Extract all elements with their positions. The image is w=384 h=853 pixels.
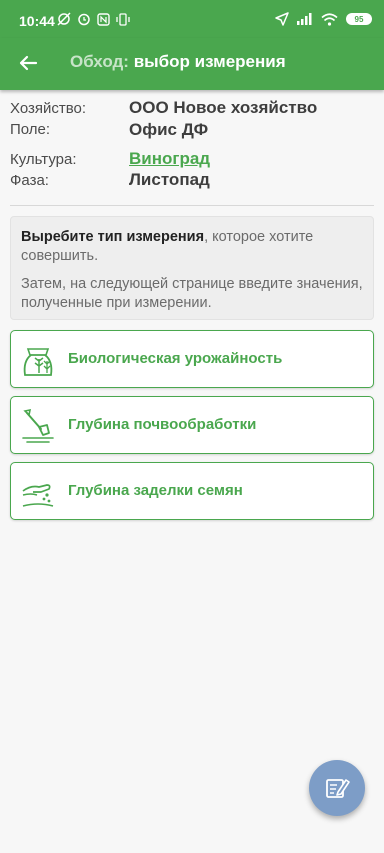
field-label: Поле: xyxy=(10,121,51,138)
crop-label: Культура: xyxy=(10,151,77,168)
phase-label: Фаза: xyxy=(10,172,49,189)
hint-box: Выребите тип измерения, которое хотите с… xyxy=(10,216,374,320)
wheat-bag-icon xyxy=(23,348,53,376)
option-label: Биологическая урожайность xyxy=(68,350,283,367)
edit-note-fab[interactable] xyxy=(309,760,365,816)
back-arrow-icon[interactable] xyxy=(16,51,40,75)
status-bar: 10:44 95 xyxy=(0,0,384,38)
vibrate-icon xyxy=(116,12,130,26)
hint-bold: Выребите тип измерения xyxy=(21,229,205,245)
edit-note-icon xyxy=(326,779,350,798)
shovel-icon xyxy=(22,408,54,443)
option-label: Глубина почвообработки xyxy=(68,416,257,433)
hint-line-1: Выребите тип измерения, которое хотите с… xyxy=(21,228,363,266)
alarm-off-icon xyxy=(57,12,71,26)
phase-value: Листопад xyxy=(129,170,210,189)
divider xyxy=(10,205,374,206)
option-tillage-depth[interactable]: Глубина почвообработки xyxy=(10,396,374,454)
crop-link[interactable]: Виноград xyxy=(129,149,210,169)
hint-line-2: Затем, на следующей странице введите зна… xyxy=(21,276,363,311)
option-label: Глубина заделки семян xyxy=(68,482,243,499)
clock: 10:44 xyxy=(19,13,55,29)
page-title: Обход: выбор измерения xyxy=(70,52,286,72)
app-bar: Обход: выбор измерения xyxy=(0,38,384,90)
alarm-icon xyxy=(78,13,90,26)
battery-indicator: 95 xyxy=(346,13,372,25)
wifi-icon xyxy=(321,12,338,26)
title-main: выбор измерения xyxy=(133,52,286,71)
farm-label: Хозяйство: xyxy=(10,100,87,117)
field-value: Офис ДФ xyxy=(129,120,209,139)
nfc-icon xyxy=(97,12,110,26)
signal-icon xyxy=(297,13,312,25)
option-seed-depth[interactable]: Глубина заделки семян xyxy=(10,462,374,520)
option-biological-yield[interactable]: Биологическая урожайность xyxy=(10,330,374,388)
location-arrow-icon xyxy=(275,12,289,26)
farm-value: ООО Новое хозяйство xyxy=(129,98,318,117)
title-prefix: Обход: xyxy=(70,52,129,71)
seed-hand-icon xyxy=(22,484,54,507)
